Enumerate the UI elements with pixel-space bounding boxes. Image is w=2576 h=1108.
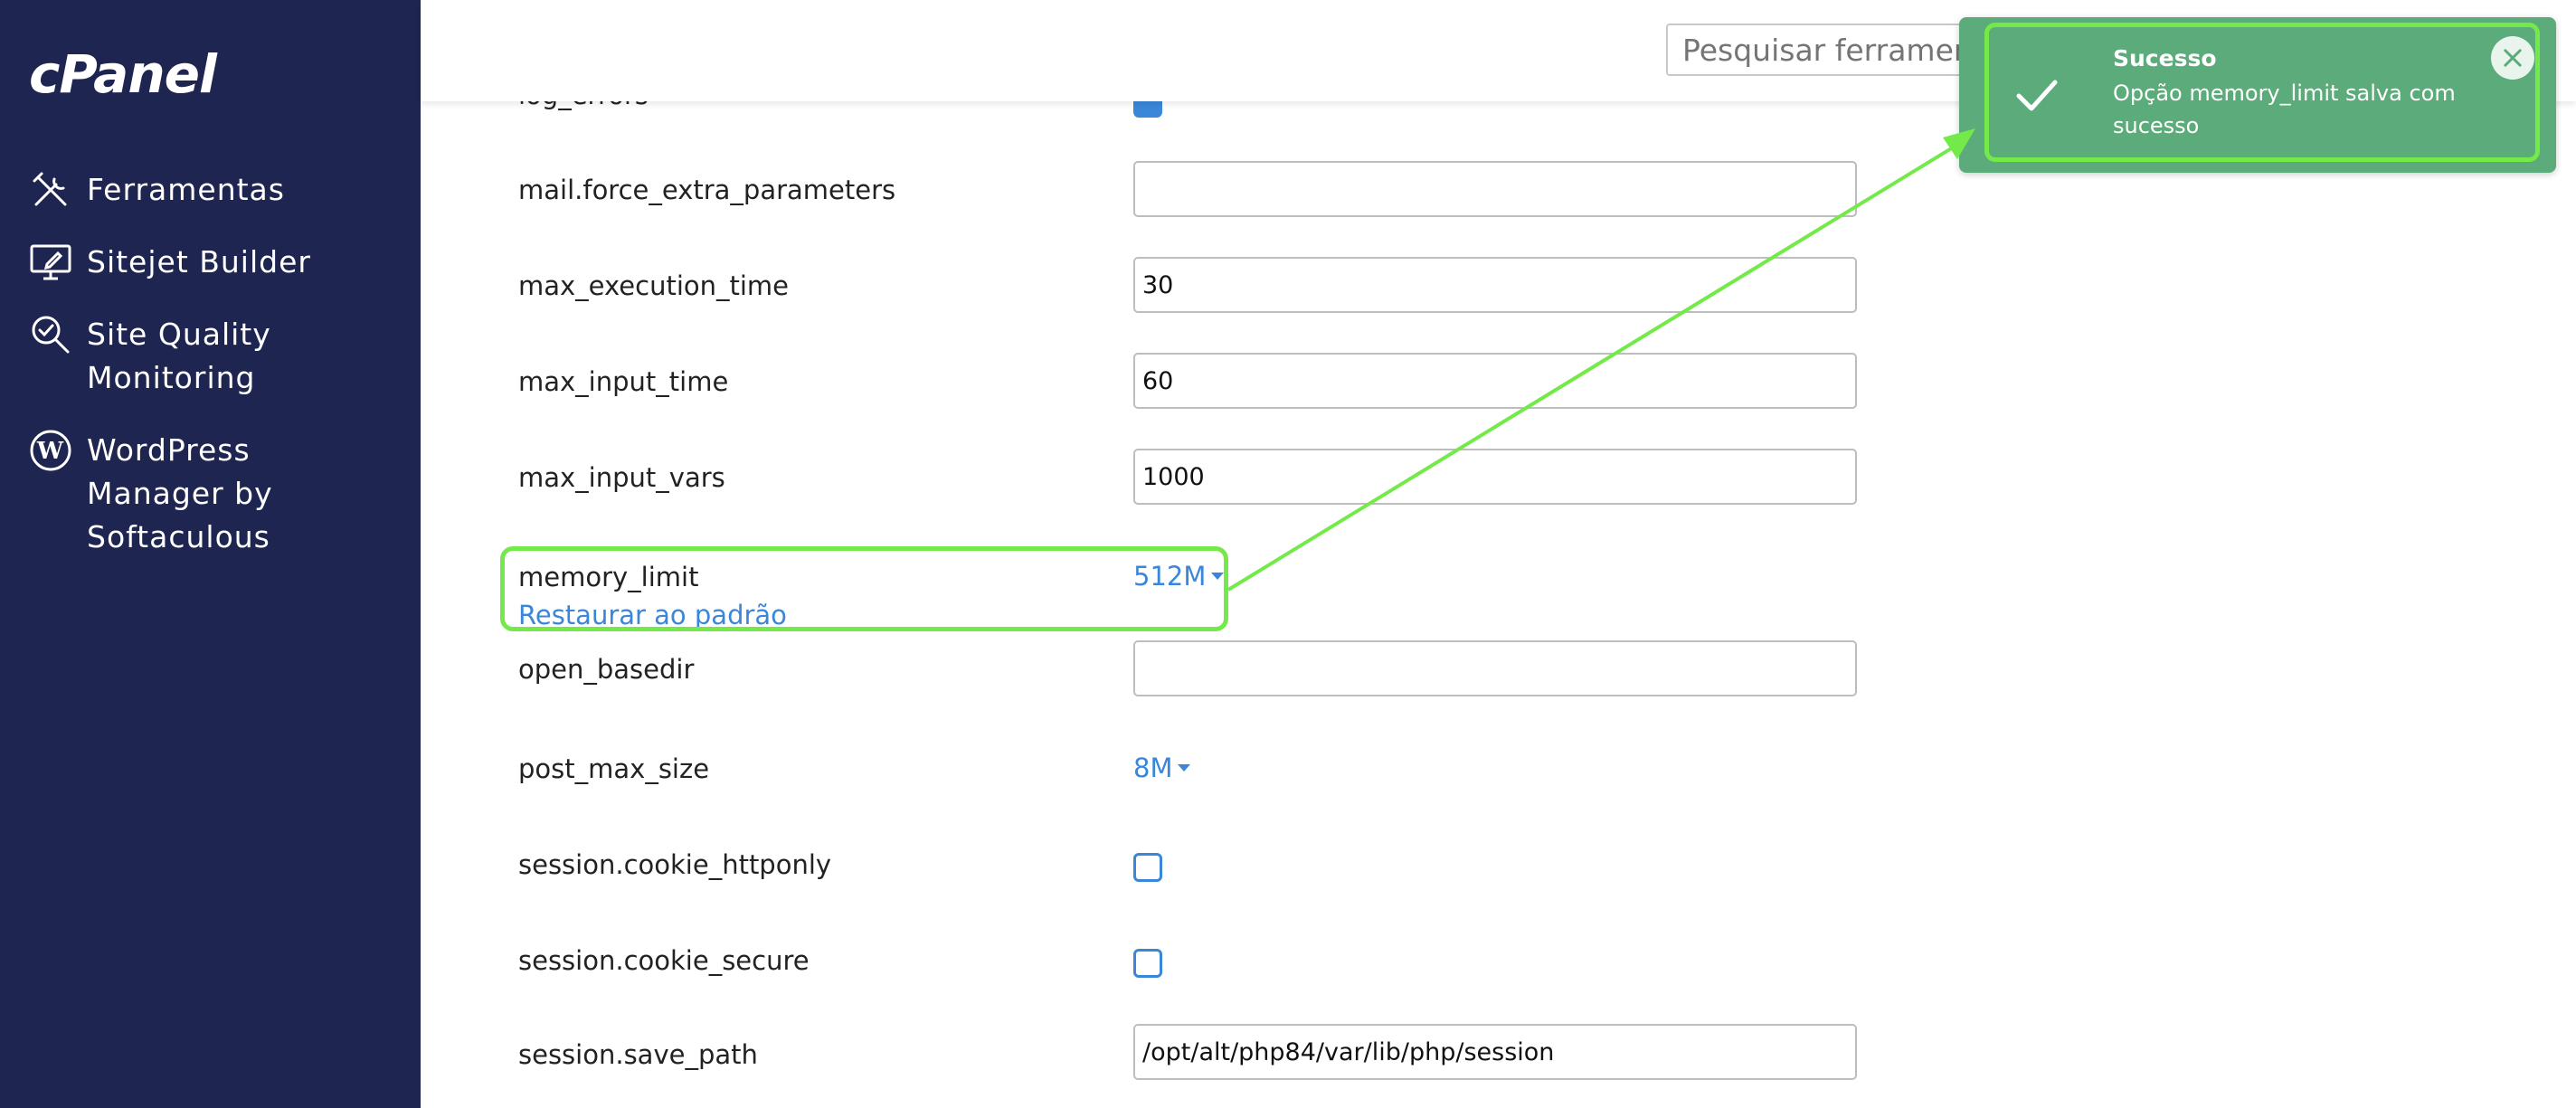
setting-label: max_input_vars	[518, 462, 725, 493]
session-save-path-field[interactable]	[1133, 1024, 1857, 1080]
annotation-highlight-box	[500, 546, 1228, 631]
sidebar-item-wordpress-manager[interactable]: W WordPress Manager by Softaculous	[29, 429, 358, 559]
close-icon[interactable]	[2491, 36, 2534, 80]
toast-message: Opção memory_limit salva com sucesso	[2113, 80, 2456, 138]
setting-label: session.save_path	[518, 1039, 758, 1070]
max-execution-time-field[interactable]	[1133, 257, 1857, 313]
magnifier-check-icon	[29, 313, 72, 356]
tools-icon	[29, 168, 72, 212]
monitor-edit-icon	[29, 241, 72, 284]
mail-force-extra-parameters-field[interactable]	[1133, 161, 1857, 217]
post-max-size-value: 8M	[1133, 753, 1173, 783]
open-basedir-field[interactable]	[1133, 640, 1857, 696]
sidebar-item-ferramentas[interactable]: Ferramentas	[29, 168, 285, 212]
caret-down-icon	[1178, 764, 1191, 772]
wordpress-icon: W	[29, 429, 72, 472]
sidebar-item-sitejet-builder[interactable]: Sitejet Builder	[29, 241, 311, 284]
svg-text:W: W	[36, 438, 64, 465]
sidebar-item-label: Ferramentas	[87, 172, 285, 207]
toast-title: Sucesso	[2113, 45, 2217, 71]
sidebar-item-label: WordPress Manager by Softaculous	[87, 432, 273, 554]
post-max-size-dropdown[interactable]: 8M	[1133, 753, 1191, 783]
checkmark-icon	[2010, 68, 2064, 122]
setting-label: post_max_size	[518, 753, 710, 784]
max-input-time-field[interactable]	[1133, 353, 1857, 409]
sidebar: cPanel Ferramentas Sitejet Builder Site …	[0, 0, 421, 1108]
setting-label: open_basedir	[518, 654, 695, 685]
sidebar-item-label: Site Quality Monitoring	[87, 317, 271, 395]
setting-label: session.cookie_httponly	[518, 849, 832, 880]
setting-label: mail.force_extra_parameters	[518, 175, 896, 205]
setting-label: max_execution_time	[518, 270, 790, 301]
session-cookie-httponly-checkbox[interactable]	[1133, 853, 1162, 882]
session-cookie-secure-checkbox[interactable]	[1133, 949, 1162, 978]
max-input-vars-field[interactable]	[1133, 449, 1857, 505]
setting-label: session.cookie_secure	[518, 945, 810, 976]
setting-label: max_input_time	[518, 366, 729, 397]
cpanel-logo[interactable]: cPanel	[29, 43, 217, 105]
sidebar-item-label: Sitejet Builder	[87, 244, 311, 279]
sidebar-item-site-quality-monitoring[interactable]: Site Quality Monitoring	[29, 313, 271, 400]
